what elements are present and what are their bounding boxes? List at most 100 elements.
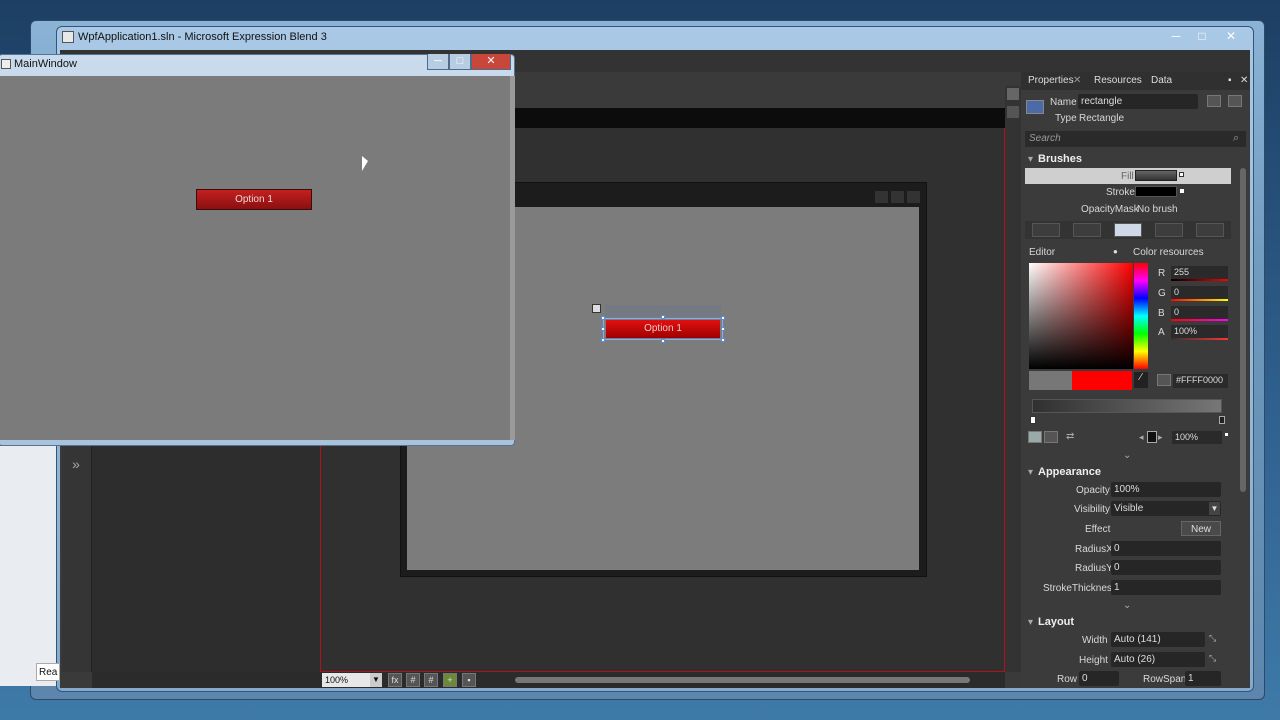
width-input[interactable]: Auto (141) xyxy=(1111,632,1205,647)
panel-close-icon[interactable]: ✕ xyxy=(1240,75,1248,86)
stroke-thickness-input[interactable]: 1 xyxy=(1111,580,1221,595)
resize-handle[interactable] xyxy=(721,316,725,320)
g-input[interactable]: 0 xyxy=(1171,286,1228,299)
brushes-header: Brushes xyxy=(1038,153,1083,165)
fill-swatch[interactable] xyxy=(1135,170,1177,181)
events-icon[interactable] xyxy=(1207,95,1221,107)
design-option-button[interactable]: Option 1 xyxy=(606,320,720,338)
gradient-bar[interactable] xyxy=(1032,399,1222,413)
expand-brushes-icon[interactable]: ⌄ xyxy=(1123,450,1131,461)
fill-label: Fill xyxy=(1121,171,1134,182)
view-icon[interactable] xyxy=(1007,106,1019,118)
resize-handle[interactable] xyxy=(721,338,725,342)
resize-handle[interactable] xyxy=(721,327,725,331)
visibility-label: Visibility xyxy=(1074,504,1110,515)
effect-label: Effect xyxy=(1085,524,1111,535)
properties-scrollbar[interactable] xyxy=(1240,168,1246,492)
color-eyedropper-button[interactable] xyxy=(1157,374,1171,386)
background-tab[interactable]: Rea xyxy=(36,663,60,681)
brush-resources-tab[interactable] xyxy=(1196,223,1224,237)
resize-handle[interactable] xyxy=(661,315,665,319)
expand-appearance-icon[interactable]: ⌄ xyxy=(1123,600,1131,611)
mainwindow-maximize-button[interactable]: □ xyxy=(449,54,471,70)
resize-handle[interactable] xyxy=(601,338,605,342)
expand-panel-icon[interactable]: » xyxy=(68,456,84,472)
fill-advanced-icon[interactable] xyxy=(1179,172,1184,177)
resize-handle[interactable] xyxy=(661,339,665,343)
radiusy-input[interactable]: 0 xyxy=(1111,560,1221,575)
stop-advanced-icon[interactable] xyxy=(1225,433,1228,436)
gradient-stop-start[interactable] xyxy=(1030,416,1036,424)
mainwindow-icon xyxy=(1,59,11,69)
zoom-dropdown-icon[interactable]: ▼ xyxy=(370,673,382,687)
snap-grid-icon[interactable]: # xyxy=(424,673,438,687)
visibility-dropdown-icon[interactable]: ▼ xyxy=(1209,502,1220,515)
pin-icon[interactable]: ▪ xyxy=(1228,75,1232,86)
tab-properties[interactable]: Properties xyxy=(1028,75,1074,86)
height-input[interactable]: Auto (26) xyxy=(1111,652,1205,667)
minimize-button[interactable]: ─ xyxy=(1163,28,1189,45)
height-auto-icon[interactable]: ⤡ xyxy=(1209,653,1216,664)
horizontal-scrollbar[interactable] xyxy=(515,677,970,683)
prev-stop-icon[interactable]: ◂ xyxy=(1139,432,1144,443)
editor-dot-icon: ● xyxy=(1113,247,1118,256)
tab-close-icon[interactable]: ✕ xyxy=(1073,75,1081,86)
mainwindow-close-button[interactable]: ✕ xyxy=(471,54,511,70)
eyedropper-icon[interactable]: ⁄ xyxy=(1134,372,1148,388)
b-input[interactable]: 0 xyxy=(1171,306,1228,319)
grid-adorner-icon[interactable] xyxy=(592,304,601,313)
width-auto-icon[interactable]: ⤡ xyxy=(1209,633,1216,644)
maximize-button[interactable]: □ xyxy=(1189,28,1215,45)
effect-new-button[interactable]: New xyxy=(1181,521,1221,536)
stroke-advanced-icon[interactable] xyxy=(1180,189,1184,193)
editor-tab[interactable]: Editor xyxy=(1029,247,1055,258)
frame-maximize-icon xyxy=(891,191,904,203)
blend-app-icon xyxy=(62,31,74,43)
r-input[interactable]: 255 xyxy=(1171,266,1228,279)
collapse-layout-icon[interactable]: ▾ xyxy=(1028,617,1033,628)
show-grid-icon[interactable]: # xyxy=(406,673,420,687)
properties-view-icon[interactable] xyxy=(1228,95,1242,107)
next-stop-icon[interactable]: ▸ xyxy=(1158,432,1163,443)
hex-input[interactable]: #FFFF0000 xyxy=(1173,374,1228,388)
resize-handle[interactable] xyxy=(601,327,605,331)
rowspan-input[interactable]: 1 xyxy=(1185,671,1221,686)
opacity-mask-value[interactable]: No brush xyxy=(1137,204,1178,215)
gradient-brush-tab[interactable] xyxy=(1114,223,1142,237)
tile-brush-tab[interactable] xyxy=(1155,223,1183,237)
stop-selector-icon[interactable] xyxy=(1147,431,1157,443)
stroke-swatch[interactable] xyxy=(1135,186,1177,197)
name-input[interactable]: rectangle xyxy=(1078,94,1198,109)
reverse-gradient-icon[interactable]: ⇄ xyxy=(1066,431,1074,442)
color-picker-area[interactable] xyxy=(1029,263,1133,369)
visibility-select[interactable]: Visible xyxy=(1111,501,1221,516)
resize-handle[interactable] xyxy=(601,316,605,320)
render-effects-icon[interactable]: fx xyxy=(388,673,402,687)
a-input[interactable]: 100% xyxy=(1171,325,1228,338)
no-brush-tab[interactable] xyxy=(1032,223,1060,237)
close-button[interactable]: ✕ xyxy=(1218,28,1244,45)
linear-gradient-icon[interactable] xyxy=(1028,431,1042,443)
opacity-input[interactable]: 100% xyxy=(1111,482,1221,497)
pan-icon[interactable] xyxy=(1007,88,1019,100)
gradient-stop-end[interactable] xyxy=(1219,416,1225,424)
color-resources-tab[interactable]: Color resources xyxy=(1133,247,1204,258)
zoom-input[interactable]: 100% xyxy=(322,673,370,687)
g-gradient-bar xyxy=(1171,299,1228,301)
tab-data[interactable]: Data xyxy=(1151,75,1172,86)
snap-lines-icon[interactable]: + xyxy=(443,673,457,687)
solid-brush-tab[interactable] xyxy=(1073,223,1101,237)
tab-resources[interactable]: Resources xyxy=(1094,75,1142,86)
collapse-arrow-icon[interactable]: ▾ xyxy=(1028,154,1033,165)
hue-slider[interactable] xyxy=(1134,263,1148,369)
radial-gradient-icon[interactable] xyxy=(1044,431,1058,443)
stop-offset-input[interactable]: 100% xyxy=(1172,431,1222,444)
annotations-icon[interactable]: ▪ xyxy=(462,673,476,687)
row-label: Row xyxy=(1057,674,1078,685)
radiusx-input[interactable]: 0 xyxy=(1111,541,1221,556)
mainwindow-minimize-button[interactable]: ─ xyxy=(427,54,449,70)
collapse-appearance-icon[interactable]: ▾ xyxy=(1028,467,1033,478)
search-input[interactable]: Search xyxy=(1025,131,1246,147)
option-1-button[interactable]: Option 1 xyxy=(196,189,312,210)
row-input[interactable]: 0 xyxy=(1079,671,1119,686)
